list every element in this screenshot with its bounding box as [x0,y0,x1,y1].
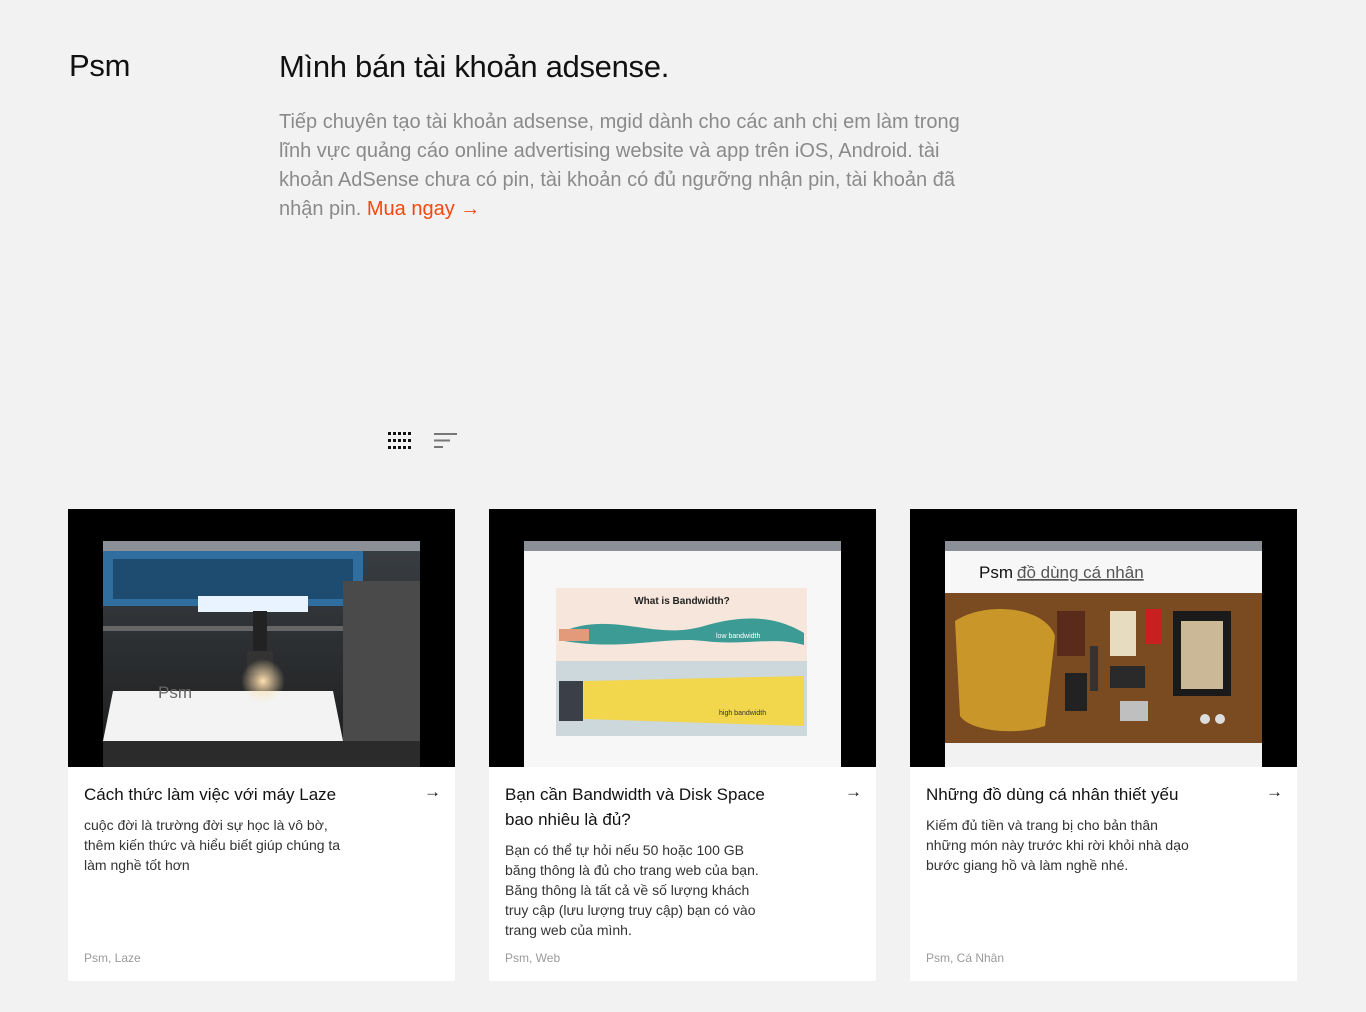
post-excerpt: cuộc đời là trường đời sự học là vô bờ, … [84,817,341,873]
post-excerpt: Kiếm đủ tiền và trang bị cho bản thân nh… [926,817,1189,873]
list-icon [433,432,457,448]
arrow-right-icon[interactable]: → [424,782,441,802]
post-excerpt: Bạn có thể tự hỏi nếu 50 hoặc 100 GB băn… [505,842,759,938]
post-title[interactable]: Cách thức làm việc với máy Laze [84,782,374,807]
post-card[interactable]: What is Bandwidth? low bandwidth high ba… [489,509,876,981]
list-view-button[interactable] [433,430,457,450]
hero: Mình bán tài khoản adsense. Tiếp chuyên … [279,48,979,224]
low-bandwidth-label: low bandwidth [716,633,760,640]
grid-icon [387,431,411,449]
post-thumbnail[interactable]: Psm [68,509,455,767]
post-card[interactable]: Psm Cách thức làm việc với máy Laze → cu… [68,509,455,981]
laser-machine-photo: Psm [103,541,420,767]
personal-items-photo: Psm đồ dùng cá nhân [945,541,1262,767]
photo-caption: đồ dùng cá nhân [1017,563,1144,582]
arrow-right-icon[interactable]: → [1266,782,1283,802]
bandwidth-illustration: What is Bandwidth? low bandwidth high ba… [524,541,841,767]
page-title: Mình bán tài khoản adsense. [279,49,670,84]
illustration-heading: What is Bandwidth? [634,596,730,607]
arrow-right-icon[interactable]: → [845,782,862,802]
post-thumbnail[interactable]: Psm đồ dùng cá nhân [910,509,1297,767]
post-card[interactable]: Psm đồ dùng cá nhân Những đồ dùng cá nhâ… [910,509,1297,981]
post-grid: Psm Cách thức làm việc với máy Laze → cu… [68,509,1297,981]
photo-watermark: Psm [158,683,192,702]
site-logo[interactable]: Psm [69,48,130,84]
grid-view-button[interactable] [387,430,411,450]
post-title[interactable]: Bạn cần Bandwidth và Disk Space bao nhiê… [505,782,795,832]
post-title[interactable]: Những đồ dùng cá nhân thiết yếu [926,782,1216,807]
post-card-body: Bạn cần Bandwidth và Disk Space bao nhiê… [489,767,876,940]
hero-description: Tiếp chuyên tạo tài khoản adsense, mgid … [279,108,969,224]
photo-brand: Psm [979,563,1013,582]
post-card-body: Cách thức làm việc với máy Laze → cuộc đ… [68,767,455,875]
high-bandwidth-label: high bandwidth [719,710,766,717]
post-card-body: Những đồ dùng cá nhân thiết yếu → Kiếm đ… [910,767,1297,875]
post-tags: Psm, Web [505,951,561,965]
view-toggles [387,430,457,450]
post-tags: Psm, Laze [84,951,141,965]
post-thumbnail[interactable]: What is Bandwidth? low bandwidth high ba… [489,509,876,767]
post-tags: Psm, Cá Nhân [926,951,1005,965]
buy-now-link[interactable]: Mua ngay → [367,198,480,220]
